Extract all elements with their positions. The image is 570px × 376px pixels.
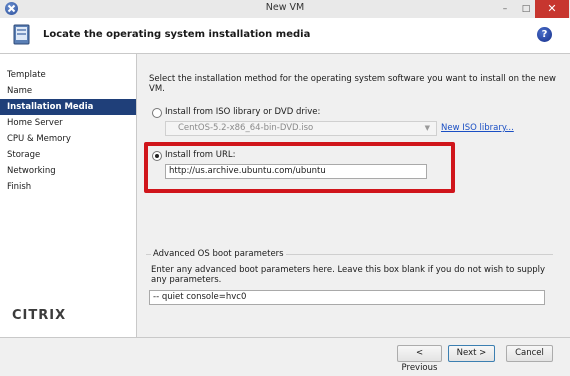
advanced-boot-description: Enter any advanced boot parameters here.… xyxy=(151,265,546,285)
advanced-boot-group: Advanced OS boot parameters Enter any ad… xyxy=(146,249,553,321)
advanced-boot-legend: Advanced OS boot parameters xyxy=(151,249,286,259)
highlight-annotation xyxy=(144,142,455,193)
new-iso-library-link[interactable]: New ISO library... xyxy=(441,123,514,133)
nav-item-storage[interactable]: Storage xyxy=(0,147,136,163)
minimize-button[interactable]: – xyxy=(494,0,516,18)
wizard-footer: < Previous Next > Cancel xyxy=(0,337,570,373)
nav-item-installation-media[interactable]: Installation Media xyxy=(0,99,136,115)
chevron-down-icon: ▼ xyxy=(424,124,430,132)
help-icon[interactable]: ? xyxy=(537,27,552,42)
boot-params-input[interactable]: -- quiet console=hvc0 xyxy=(149,290,545,305)
nav-item-home-server[interactable]: Home Server xyxy=(0,115,136,131)
iso-select[interactable]: CentOS-5.2-x86_64-bin-DVD.iso ▼ xyxy=(165,121,437,136)
cancel-button[interactable]: Cancel xyxy=(506,345,553,362)
nav-item-name[interactable]: Name xyxy=(0,83,136,99)
nav-item-networking[interactable]: Networking xyxy=(0,163,136,179)
nav-item-cpu-memory[interactable]: CPU & Memory xyxy=(0,131,136,147)
title-bar: New VM – □ ✕ xyxy=(0,0,570,18)
instruction-text: Select the installation method for the o… xyxy=(149,74,556,94)
iso-select-value: CentOS-5.2-x86_64-bin-DVD.iso xyxy=(178,123,314,133)
maximize-button[interactable]: □ xyxy=(515,0,537,18)
wizard-header: Locate the operating system installation… xyxy=(0,18,570,54)
next-button[interactable]: Next > xyxy=(448,345,495,362)
window-title: New VM xyxy=(265,2,305,13)
nav-item-template[interactable]: Template xyxy=(0,67,136,83)
install-media-icon xyxy=(13,24,30,45)
citrix-logo: CITRIX xyxy=(12,308,67,323)
previous-button[interactable]: < Previous xyxy=(397,345,442,373)
close-button[interactable]: ✕ xyxy=(535,0,569,18)
iso-radio[interactable] xyxy=(152,108,162,118)
wizard-nav: Template Name Installation Media Home Se… xyxy=(0,54,137,337)
iso-option-label[interactable]: Install from ISO library or DVD drive: xyxy=(165,107,320,117)
page-title: Locate the operating system installation… xyxy=(43,29,311,40)
nav-item-finish[interactable]: Finish xyxy=(0,179,136,195)
main-panel: Select the installation method for the o… xyxy=(137,54,570,337)
